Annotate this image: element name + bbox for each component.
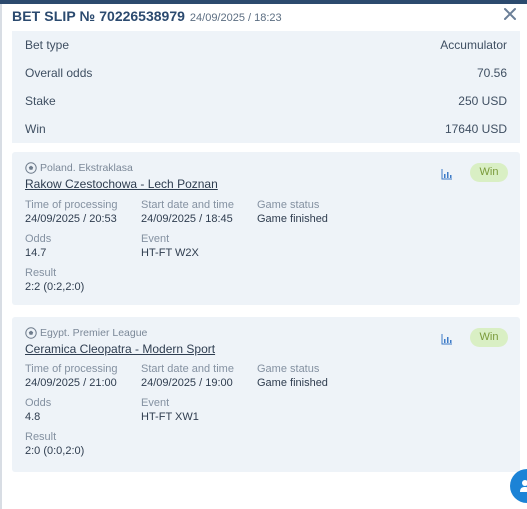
- field-label: Odds: [25, 397, 52, 409]
- summary-value: 17640 USD: [444, 122, 507, 136]
- summary-row-win: Win 17640 USD: [12, 115, 520, 143]
- summary-label: Stake: [25, 94, 56, 108]
- field-value: Game finished: [257, 377, 328, 389]
- field-value: HT-FT W2X: [141, 247, 199, 259]
- odds: Odds 14.7: [25, 233, 51, 260]
- league-name: Egypt. Premier League: [40, 327, 148, 339]
- summary-label: Win: [25, 122, 46, 136]
- field-value: Game finished: [257, 213, 328, 225]
- time-of-processing: Time of processing 24/09/2025 / 20:53: [25, 199, 118, 226]
- event: Event HT-FT W2X: [141, 233, 199, 260]
- game-status: Game status Game finished: [257, 199, 328, 226]
- status-badge: Win: [470, 328, 508, 347]
- field-label: Time of processing: [25, 199, 118, 211]
- summary-label: Overall odds: [25, 66, 93, 80]
- match-link[interactable]: Rakow Czestochowa - Lech Poznan: [25, 177, 218, 191]
- top-accent-bar: [0, 0, 527, 4]
- field-label: Event: [141, 397, 170, 409]
- bet-summary: Bet type Accumulator Overall odds 70.56 …: [12, 31, 520, 143]
- bet-slip-number: 70226538979: [99, 8, 185, 24]
- start-date-time: Start date and time 24/09/2025 / 19:00: [141, 363, 234, 390]
- summary-row-bet-type: Bet type Accumulator: [12, 31, 520, 59]
- field-value: HT-FT XW1: [141, 411, 199, 423]
- bet-slip-header: BET SLIP № 70226538979 24/09/2025 / 18:2…: [12, 8, 282, 28]
- bar-chart-icon[interactable]: [441, 332, 453, 345]
- summary-label: Bet type: [25, 38, 70, 52]
- result: Result 2:0 (0:0,2:0): [25, 431, 84, 458]
- summary-value: 250 USD: [458, 94, 507, 108]
- support-chat-icon: [519, 478, 527, 494]
- bet-event-card: Poland. Ekstraklasa Rakow Czestochowa - …: [12, 152, 520, 305]
- field-value: 14.7: [25, 247, 47, 259]
- league-label: Poland. Ekstraklasa: [25, 162, 133, 174]
- field-label: Game status: [257, 363, 320, 375]
- league-label: Egypt. Premier League: [25, 327, 147, 339]
- field-value: 4.8: [25, 411, 41, 423]
- football-icon: [25, 162, 37, 174]
- summary-value: Accumulator: [440, 38, 507, 52]
- field-label: Result: [25, 431, 57, 443]
- time-of-processing: Time of processing 24/09/2025 / 21:00: [25, 363, 118, 390]
- field-label: Odds: [25, 233, 52, 245]
- field-value: 24/09/2025 / 19:00: [141, 377, 233, 389]
- bet-slip-title: BET SLIP №: [12, 8, 96, 24]
- field-value: 24/09/2025 / 21:00: [25, 377, 117, 389]
- field-value: 24/09/2025 / 18:45: [141, 213, 233, 225]
- summary-row-stake: Stake 250 USD: [12, 87, 520, 115]
- field-label: Start date and time: [141, 199, 234, 211]
- field-value: 2:0 (0:0,2:0): [25, 445, 85, 457]
- result: Result 2:2 (0:2,2:0): [25, 267, 84, 294]
- field-value: 2:2 (0:2,2:0): [25, 281, 85, 293]
- match-link[interactable]: Ceramica Cleopatra - Modern Sport: [25, 342, 215, 356]
- game-status: Game status Game finished: [257, 363, 328, 390]
- field-label: Event: [141, 233, 170, 245]
- summary-value: 70.56: [476, 66, 507, 80]
- bar-chart-icon[interactable]: [441, 167, 453, 180]
- close-icon[interactable]: [503, 7, 517, 21]
- field-label: Game status: [257, 199, 320, 211]
- left-border: [0, 4, 2, 509]
- football-icon: [25, 327, 37, 339]
- support-chat-button[interactable]: [510, 469, 527, 503]
- league-name: Poland. Ekstraklasa: [40, 162, 133, 174]
- bet-slip-datetime: 24/09/2025 / 18:23: [189, 12, 282, 24]
- odds: Odds 4.8: [25, 397, 51, 424]
- status-badge: Win: [470, 163, 508, 182]
- field-value: 24/09/2025 / 20:53: [25, 213, 117, 225]
- field-label: Time of processing: [25, 363, 118, 375]
- field-label: Start date and time: [141, 363, 234, 375]
- field-label: Result: [25, 267, 57, 279]
- summary-row-overall-odds: Overall odds 70.56: [12, 59, 520, 87]
- start-date-time: Start date and time 24/09/2025 / 18:45: [141, 199, 234, 226]
- event: Event HT-FT XW1: [141, 397, 199, 424]
- bet-event-card: Egypt. Premier League Ceramica Cleopatra…: [12, 317, 520, 472]
